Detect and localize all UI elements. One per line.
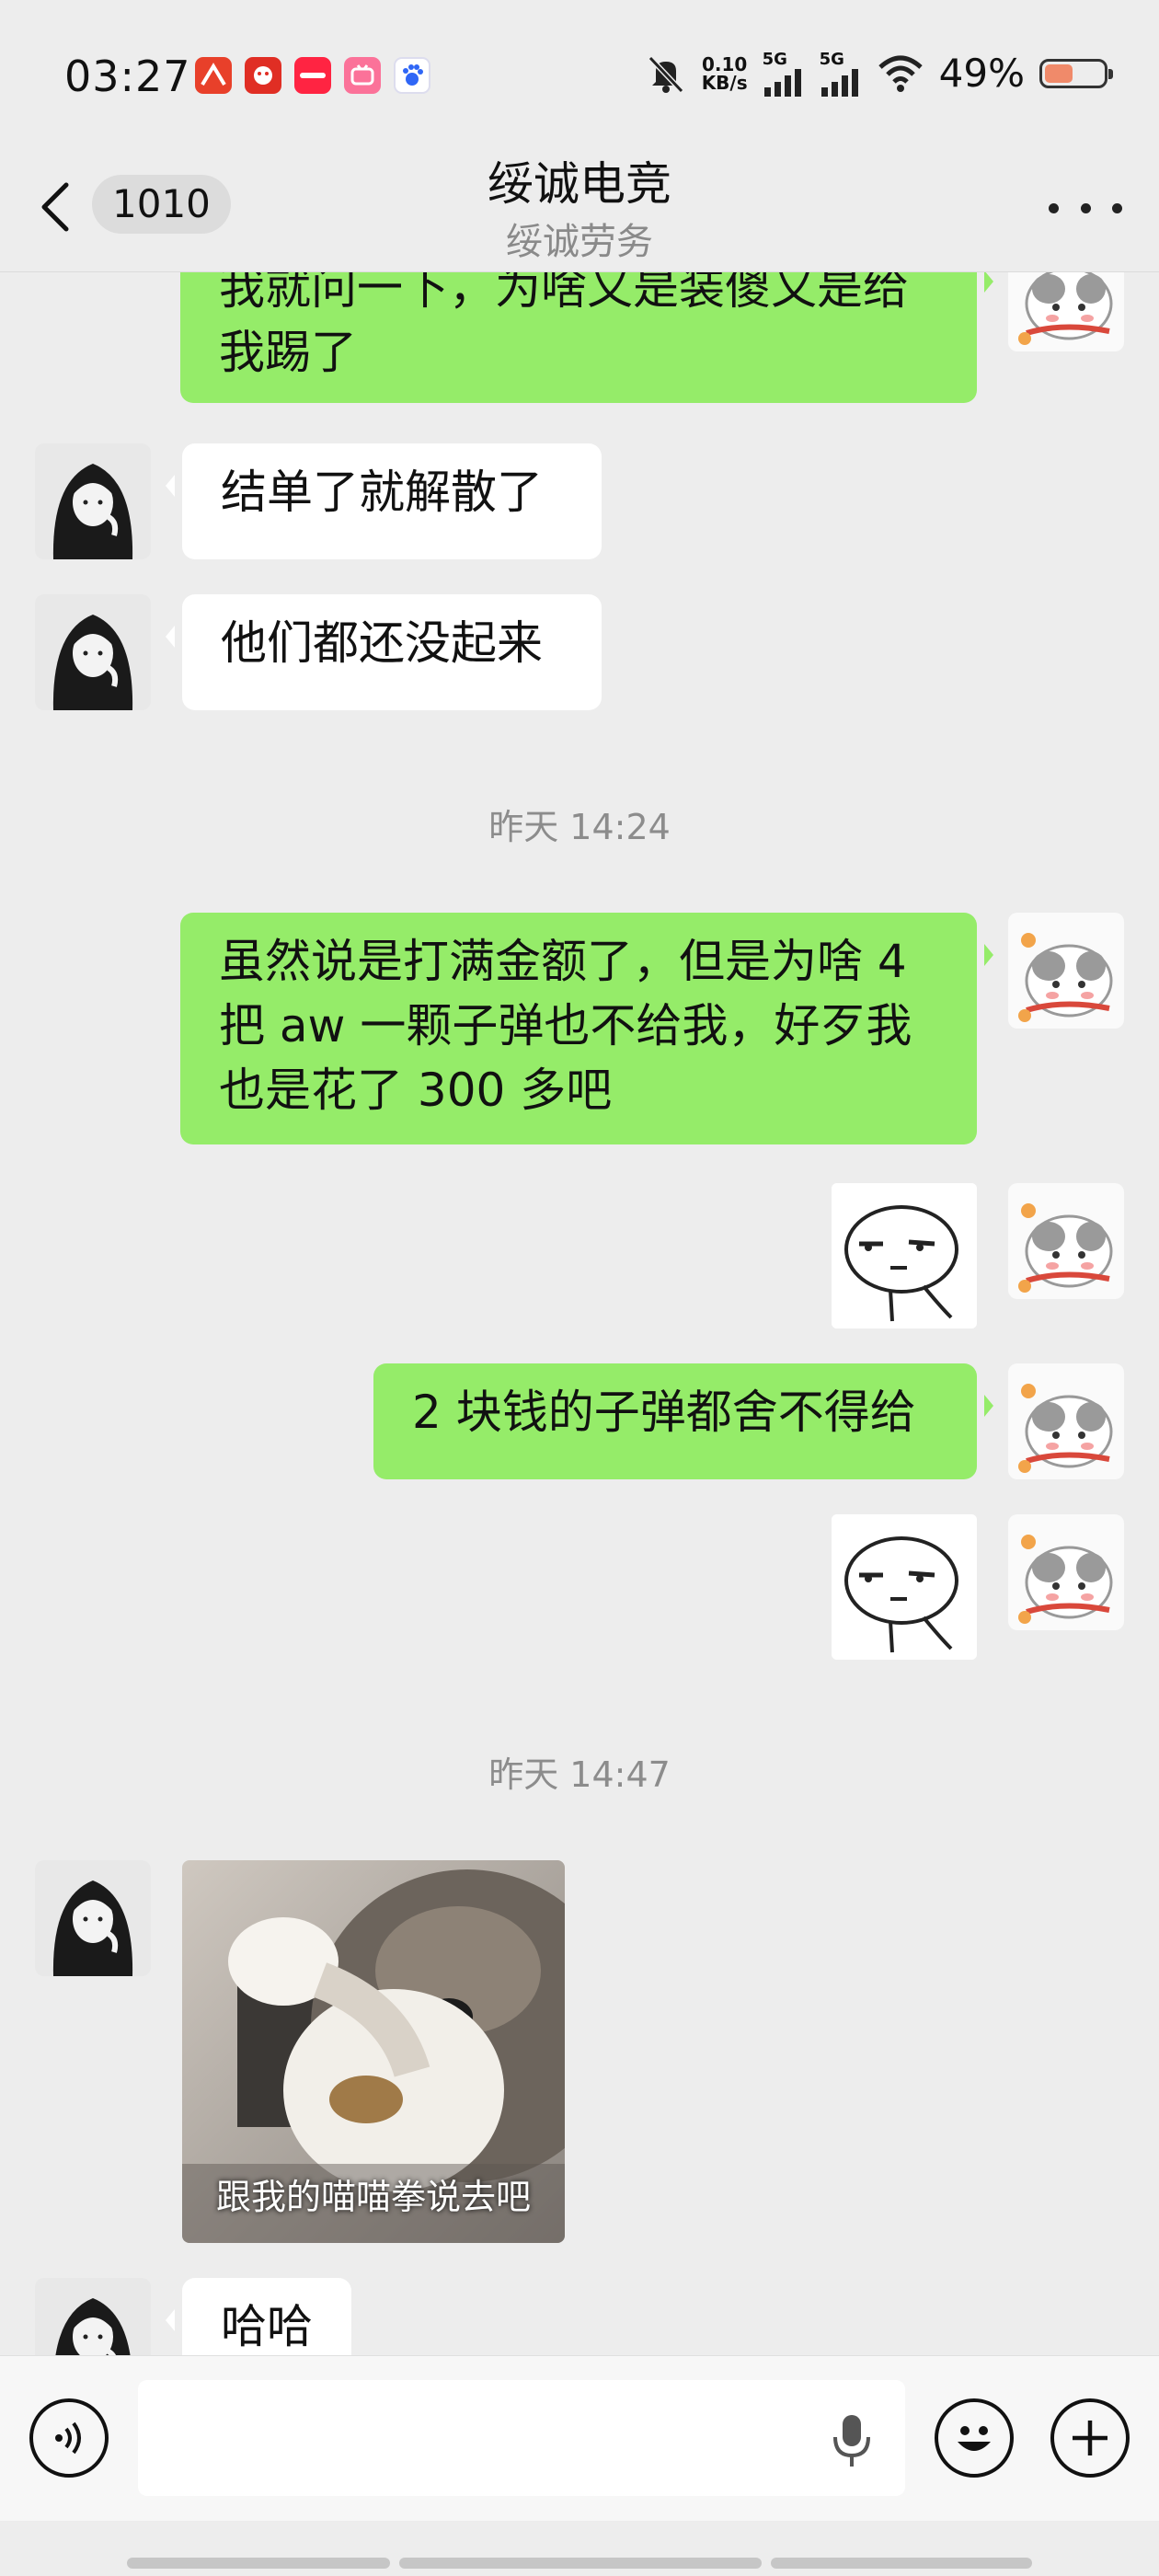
battery-icon <box>1039 58 1113 88</box>
net-speed-unit: KB/s <box>701 71 748 94</box>
more-dot <box>1080 202 1091 213</box>
gesture-bar-right[interactable] <box>771 2558 1032 2569</box>
more-functions-button[interactable] <box>1050 2398 1130 2478</box>
notification-app-icons <box>195 57 430 94</box>
cat-avatar-icon <box>1008 913 1124 1029</box>
voice-wave-icon <box>55 2421 81 2455</box>
signal-2: 5G <box>820 50 862 97</box>
signal-2-label: 5G <box>819 50 844 69</box>
smug-face-sticker-icon <box>832 1514 977 1660</box>
voice-mode-button[interactable] <box>29 2398 109 2478</box>
battery-percent: 49% <box>938 51 1025 96</box>
network-speed: 0.10 KB/s <box>702 55 748 92</box>
status-time: 03:27 <box>64 52 191 101</box>
chat-subtitle: 绥诚劳务 <box>506 221 653 263</box>
contact-avatar[interactable] <box>35 1860 151 1976</box>
image-message[interactable]: 跟我的喵喵拳说去吧 <box>182 1860 565 2243</box>
hooded-figure-avatar-icon <box>35 443 151 559</box>
sticker-message[interactable] <box>832 1183 977 1328</box>
microphone-icon <box>833 2415 870 2467</box>
cat-avatar-icon <box>1008 1514 1124 1630</box>
gesture-bar-center[interactable] <box>399 2558 762 2569</box>
sticker-message[interactable] <box>832 1514 977 1660</box>
signal-1: 5G <box>763 50 805 97</box>
my-message-bubble[interactable]: 虽然说是打满金额了，但是为啥 4 把 aw 一颗子弹也不给我，好歹我也是花了 3… <box>180 913 993 1144</box>
message-text: 他们都还没起来 <box>221 616 543 670</box>
chat-input-bar <box>0 2355 1159 2521</box>
my-avatar[interactable] <box>1008 1363 1124 1479</box>
cat-avatar-icon <box>1008 272 1124 351</box>
image-caption: 跟我的喵喵拳说去吧 <box>215 2177 531 2217</box>
my-avatar[interactable] <box>1008 913 1124 1029</box>
my-message-bubble[interactable]: 2 块钱的子弹都舍不得给 <box>373 1363 993 1479</box>
contact-message-bubble[interactable]: 哈哈 <box>166 2278 351 2355</box>
pinduoduo-app-icon <box>245 57 281 94</box>
message-list[interactable]: 我就问一下，为啥又是装傻又是给我踢了 结单了就解散了 他们都还没起来 昨天 14… <box>0 272 1159 2355</box>
more-options-button[interactable] <box>1049 190 1122 226</box>
xuexitong-app-icon <box>195 57 232 94</box>
contact-avatar[interactable] <box>35 443 151 559</box>
timestamp: 昨天 14:47 <box>488 1754 671 1795</box>
baidu-app-icon <box>394 57 430 94</box>
message-text: 结单了就解散了 <box>221 466 543 519</box>
my-avatar[interactable] <box>1008 272 1124 351</box>
wifi-icon <box>878 55 923 92</box>
message-input[interactable] <box>138 2380 905 2496</box>
more-dot <box>1049 202 1059 213</box>
message-text: 我就问一下，为啥又是装傻又是给我踢了 <box>219 272 909 379</box>
bell-muted-icon <box>648 55 683 93</box>
gesture-bar-left[interactable] <box>127 2558 390 2569</box>
signal-1-label: 5G <box>762 50 787 69</box>
hooded-figure-avatar-icon <box>35 594 151 710</box>
hooded-figure-avatar-icon <box>35 1860 151 1976</box>
timestamp: 昨天 14:24 <box>488 807 671 847</box>
mic-button[interactable] <box>828 2411 876 2474</box>
message-text: 虽然说是打满金额了，但是为啥 4 把 aw 一颗子弹也不给我，好歹我也是花了 3… <box>219 935 912 1117</box>
cat-avatar-icon <box>1008 1363 1124 1479</box>
smiley-face-icon <box>958 2426 991 2451</box>
smug-face-sticker-icon <box>832 1183 977 1328</box>
bilibili-app-icon <box>344 57 381 94</box>
net-speed-value: 0.10 <box>701 52 748 75</box>
plus-icon <box>1073 2421 1107 2455</box>
xiaohongshu-app-icon <box>294 57 331 94</box>
my-avatar[interactable] <box>1008 1183 1124 1299</box>
contact-message-bubble[interactable]: 他们都还没起来 <box>166 594 602 710</box>
my-avatar[interactable] <box>1008 1514 1124 1630</box>
message-text: 哈哈 <box>221 2300 313 2353</box>
chat-title: 绥诚电竞 <box>488 157 671 211</box>
signal-bars-icon <box>763 69 801 97</box>
message-text: 2 块钱的子弹都舍不得给 <box>412 1386 916 1439</box>
my-message-bubble[interactable]: 我就问一下，为啥又是装傻又是给我踢了 <box>180 272 993 403</box>
contact-avatar[interactable] <box>35 594 151 710</box>
status-bar: 03:27 0.10 KB/s 5G 5G 49% <box>0 0 1159 138</box>
cat-avatar-icon <box>1008 1183 1124 1299</box>
signal-bars-icon <box>820 69 858 97</box>
emoji-button[interactable] <box>935 2398 1014 2478</box>
contact-avatar[interactable] <box>35 2278 151 2355</box>
chat-header: 1010 绥诚电竞 绥诚劳务 <box>0 138 1159 272</box>
contact-message-bubble[interactable]: 结单了就解散了 <box>166 443 602 559</box>
hooded-figure-avatar-icon <box>35 2278 151 2355</box>
more-dot <box>1112 202 1122 213</box>
battery-level <box>1045 63 1073 83</box>
status-indicators: 0.10 KB/s 5G 5G 49% <box>645 50 1113 97</box>
